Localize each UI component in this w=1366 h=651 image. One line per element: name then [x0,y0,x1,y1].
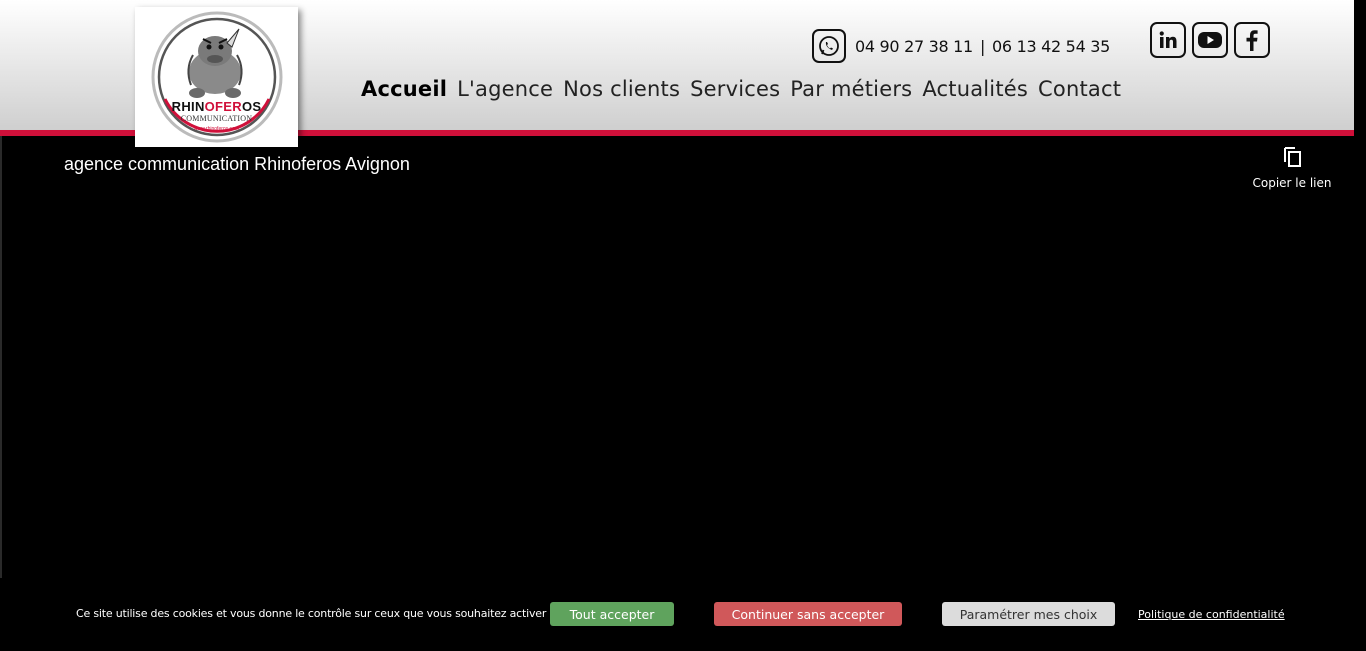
nav-services[interactable]: Services [690,77,780,101]
nav-accueil[interactable]: Accueil [361,77,447,101]
nav-nos-clients[interactable]: Nos clients [563,77,680,101]
nav-contact[interactable]: Contact [1038,77,1121,101]
youtube-icon[interactable] [1192,22,1228,58]
phone-separator: | [979,36,986,56]
nav-actualites[interactable]: Actualités [922,77,1028,101]
phone-contact: 04 90 27 38 11 | 06 13 42 54 35 [812,28,1110,64]
logo-title: RHINOFEROS [171,99,262,114]
phone-number-1[interactable]: 04 90 27 38 11 [855,37,973,56]
phone-number-2[interactable]: 06 13 42 54 35 [992,37,1110,56]
nav-par-metiers[interactable]: Par métiers [790,77,912,101]
continue-without-accepting-button[interactable]: Continuer sans accepter [714,602,902,626]
copy-icon [1284,147,1301,167]
social-links [1150,22,1276,58]
accept-all-button[interactable]: Tout accepter [550,602,674,626]
linkedin-icon[interactable] [1150,22,1186,58]
video-frame-edge [0,136,2,578]
privacy-policy-link[interactable]: Politique de confidentialité [1138,608,1285,621]
logo-url: www.rhinoferos.com [193,126,239,132]
copy-link-button[interactable]: Copier le lien [1252,144,1332,190]
configure-choices-button[interactable]: Paramétrer mes choix [942,602,1115,626]
cookie-message: Ce site utilise des cookies et vous donn… [76,607,547,620]
video-title[interactable]: agence communication Rhinoferos Avignon [64,154,410,175]
main-nav: Accueil L'agence Nos clients Services Pa… [361,77,1131,101]
facebook-icon[interactable] [1234,22,1270,58]
copy-link-label: Copier le lien [1252,176,1332,190]
whatsapp-icon[interactable] [812,29,846,63]
nav-agence[interactable]: L'agence [457,77,553,101]
site-logo[interactable]: RHINOFEROS COMMUNICATION www.rhinoferos.… [135,7,298,147]
logo-subtitle: COMMUNICATION [180,114,253,123]
